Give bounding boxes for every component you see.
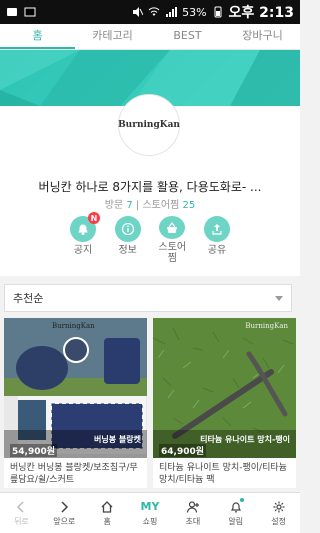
- clock: 오후 2:13: [228, 5, 294, 21]
- notice-button[interactable]: N 공지: [64, 212, 102, 264]
- store-name: 버닝칸 하나로 8가지를 활용, 다용도화로- ...: [38, 180, 262, 194]
- tab-home[interactable]: 홈: [0, 24, 75, 49]
- visit-count: 7: [126, 200, 133, 211]
- bottom-navigation: 뒤로 앞으로 홈 MY 쇼핑 초대 알림 설정: [0, 492, 300, 533]
- wifi-icon: [148, 6, 160, 18]
- nav-invite[interactable]: 초대: [171, 493, 214, 533]
- fan-count: 25: [182, 200, 196, 211]
- home-icon: [101, 500, 113, 513]
- product-image: BurningKan 버닝봉 블랑켓 54,900원: [4, 318, 147, 458]
- notification-icon: [6, 6, 18, 18]
- info-button[interactable]: 정보: [109, 216, 147, 264]
- bell-icon: N: [70, 212, 100, 242]
- back-icon: [17, 500, 24, 513]
- battery-icon: [212, 6, 224, 18]
- store-profile: BurningKan 버닝칸 하나로 8가지를 활용, 다용도화로- ... 방…: [0, 94, 300, 276]
- chevron-down-icon: [275, 295, 283, 301]
- product-caption: 버닝봉 블랑켓: [94, 435, 141, 444]
- store-favorite-button[interactable]: 스토어 찜: [153, 216, 191, 264]
- brand-watermark: BurningKan: [52, 322, 95, 330]
- store-stats: 방문 7 | 스토어찜 25: [104, 200, 196, 211]
- nav-my-shopping[interactable]: MY 쇼핑: [129, 493, 172, 533]
- top-tabs: 홈 카테고리 BEST 장바구니: [0, 24, 300, 50]
- basket-icon: [159, 216, 186, 239]
- my-shopping-icon: MY: [140, 499, 160, 513]
- brand-watermark: BurningKan: [245, 322, 288, 330]
- tab-category[interactable]: 카테고리: [75, 24, 150, 49]
- alarm-dot: [240, 498, 245, 502]
- product-title: 티타늄 유나이트 망치-팽이/티타늄 망치/티타늄 팩: [159, 463, 287, 485]
- info-icon: [114, 216, 141, 242]
- product-image: BurningKan 티타늄 유나이트 망치-팽이 64,900원: [153, 318, 296, 458]
- nav-back[interactable]: 뒤로: [0, 493, 43, 533]
- store-logo: BurningKan: [118, 94, 180, 156]
- product-title: 버닝칸 버닝봉 블랑켓/보조침구/무릎담요/쉴/스커트: [10, 463, 138, 485]
- signal-icon: [165, 6, 178, 18]
- product-price: 54,900원: [10, 444, 58, 457]
- tab-best[interactable]: BEST: [150, 24, 225, 49]
- product-caption: 티타늄 유나이트 망치-팽이: [200, 435, 290, 444]
- tab-cart[interactable]: 장바구니: [225, 24, 300, 49]
- share-icon: [203, 216, 230, 242]
- image-icon: [24, 6, 36, 18]
- product-card[interactable]: BurningKan 티타늄 유나이트 망치-팽이 64,900원 티타늄 유나…: [153, 318, 296, 488]
- product-card[interactable]: BurningKan 버닝봉 블랑켓 54,900원 버닝칸 버닝봉 블랑켓/보…: [4, 318, 147, 488]
- new-badge: N: [88, 212, 100, 224]
- nav-forward[interactable]: 앞으로: [43, 493, 86, 533]
- status-bar: 53% 오후 2:13: [0, 0, 300, 24]
- forward-icon: [61, 500, 69, 513]
- invite-icon: [186, 500, 199, 513]
- product-grid: BurningKan 버닝봉 블랑켓 54,900원 버닝칸 버닝봉 블랑켓/보…: [4, 318, 296, 488]
- settings-icon: [273, 501, 285, 512]
- nav-settings[interactable]: 설정: [257, 493, 300, 533]
- nav-alarm[interactable]: 알림: [214, 493, 257, 533]
- share-button[interactable]: 공유: [198, 216, 236, 264]
- store-actions: N 공지 정보 스토어 찜 공유: [64, 212, 236, 264]
- nav-home[interactable]: 홈: [86, 493, 129, 533]
- mute-icon: [131, 6, 144, 18]
- sort-dropdown[interactable]: 추천순: [4, 284, 292, 312]
- product-price: 64,900원: [159, 444, 207, 457]
- sort-selected: 추천순: [13, 292, 44, 305]
- battery-percent: 53%: [182, 5, 207, 19]
